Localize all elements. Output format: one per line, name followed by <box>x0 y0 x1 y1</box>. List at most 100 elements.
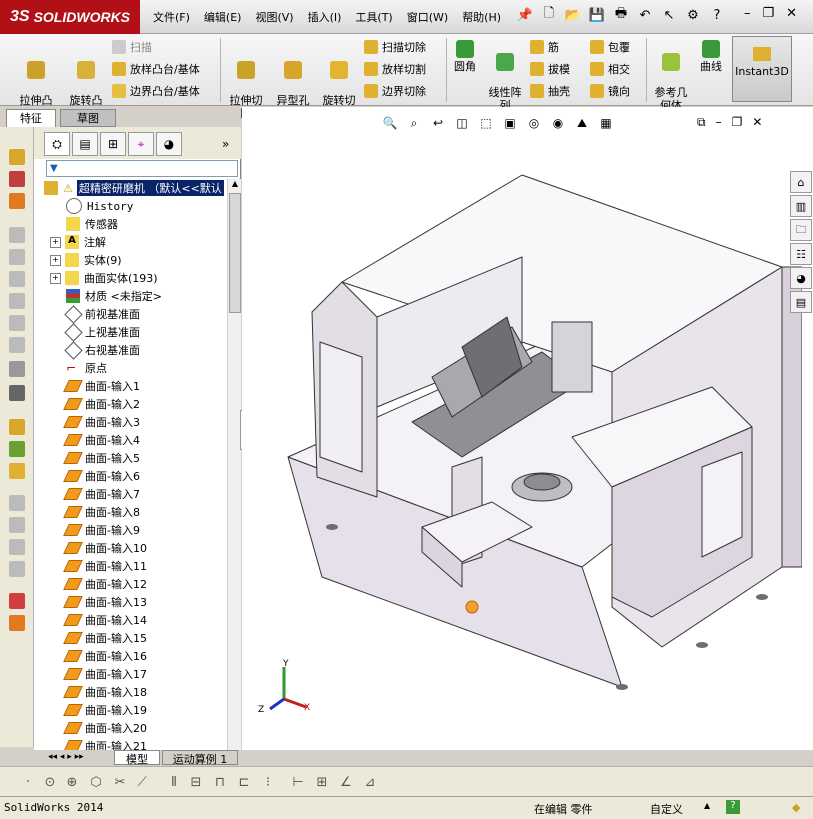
menu-help[interactable]: 帮助(H) <box>455 8 508 26</box>
combine-tool-icon[interactable] <box>9 593 25 609</box>
expand-icon[interactable]: + <box>50 272 61 284</box>
shell-button[interactable]: 抽壳 <box>530 82 570 100</box>
circle-icon[interactable]: ⊙ <box>42 774 58 790</box>
machine-model[interactable] <box>282 167 802 697</box>
tree-item-solid-bodies[interactable]: + 实体(9) <box>50 251 122 269</box>
draft-button[interactable]: 拔模 <box>530 60 570 78</box>
display-manager-tab-icon[interactable]: ◕ <box>156 132 182 156</box>
tree-item-surface-input[interactable]: 曲面-输入10 <box>63 539 147 557</box>
view-palette-icon[interactable]: ☷ <box>790 243 812 265</box>
mirror-tool-icon[interactable] <box>9 463 25 479</box>
previous-view-icon[interactable]: ↩ <box>430 115 446 131</box>
units-dropdown-icon[interactable]: ▲ <box>704 801 710 810</box>
extrude-tool-icon[interactable] <box>9 149 25 165</box>
tree-item-surface-input[interactable]: 曲面-输入3 <box>63 413 140 431</box>
edit-appearance-icon[interactable]: ◉ <box>550 115 566 131</box>
expand-icon[interactable]: + <box>50 254 61 266</box>
tree-item-annotations[interactable]: + A 注解 <box>50 233 106 251</box>
rib-tool-icon[interactable] <box>9 315 25 331</box>
tree-item-surface-input[interactable]: 曲面-输入20 <box>63 719 147 737</box>
instant3d-button[interactable]: Instant3D <box>732 36 792 102</box>
tree-item-surface-input[interactable]: 曲面-输入2 <box>63 395 140 413</box>
rib-button[interactable]: 筋 <box>530 38 559 56</box>
tree-item-right-plane[interactable]: 右视基准面 <box>63 340 140 360</box>
solidworks-logo[interactable]: 3S SOLIDWORKS <box>0 0 140 34</box>
offset-entities-icon[interactable]: ⊟ <box>188 774 204 790</box>
tree-filter-input[interactable]: ▼ <box>46 160 238 177</box>
tab-scroll-icons[interactable]: ◂◂ ◂ ▸ ▸▸ <box>48 752 84 762</box>
tree-item-surface-bodies[interactable]: + 曲面实体(193) <box>50 269 158 287</box>
chamfer-tool-icon[interactable] <box>9 293 25 309</box>
tree-item-surface-input[interactable]: 曲面-输入9 <box>63 521 140 539</box>
display-style-icon[interactable]: ▣ <box>502 115 518 131</box>
zoom-to-fit-icon[interactable]: 🔍 <box>382 115 398 131</box>
tree-item-surface-input[interactable]: 曲面-输入11 <box>63 557 147 575</box>
configuration-manager-tab-icon[interactable]: ⊞ <box>100 132 126 156</box>
viewport-minimize-icon[interactable]: – <box>716 115 722 130</box>
move-entities-icon[interactable]: ⊏ <box>236 774 252 790</box>
new-document-icon[interactable]: 🗋 <box>540 6 558 24</box>
shell-tool-icon[interactable] <box>9 337 25 353</box>
scrollbar-thumb[interactable] <box>229 193 241 313</box>
revolve-tool-icon[interactable] <box>9 193 25 209</box>
view-orientation-icon[interactable]: ⬚ <box>478 115 494 131</box>
tree-item-surface-input[interactable]: 曲面-输入8 <box>63 503 140 521</box>
pin-icon[interactable]: 📌 <box>516 6 534 24</box>
menu-edit[interactable]: 编辑(E) <box>197 8 249 26</box>
cut-tool-icon[interactable] <box>9 171 25 187</box>
menu-view[interactable]: 视图(V) <box>248 8 300 26</box>
expand-icon[interactable]: + <box>50 236 61 248</box>
solidworks-resources-icon[interactable]: ⌂ <box>790 171 812 193</box>
help-question-icon[interactable]: ? <box>726 800 740 814</box>
tree-item-surface-input[interactable]: 曲面-输入12 <box>63 575 147 593</box>
tab-sketch[interactable]: 草图 <box>60 109 116 127</box>
open-icon[interactable]: 📂 <box>564 6 582 24</box>
tree-item-history[interactable]: History <box>66 197 133 215</box>
tree-item-front-plane[interactable]: 前视基准面 <box>63 304 140 324</box>
viewport-tile-icon[interactable]: ⧉ <box>697 115 706 130</box>
sweep-tool-icon[interactable] <box>9 227 25 243</box>
menu-tools[interactable]: 工具(T) <box>348 8 399 26</box>
zoom-to-area-icon[interactable]: ⌕ <box>406 115 422 131</box>
display-relations-icon[interactable]: ⁝ <box>260 774 276 790</box>
trim-icon[interactable]: ✂ <box>112 774 128 790</box>
linear-pattern-button[interactable]: 线性阵 列 <box>484 40 526 112</box>
section-view-icon[interactable]: ◫ <box>454 115 470 131</box>
tree-item-origin[interactable]: ⌐ 原点 <box>66 359 107 377</box>
tree-item-surface-input[interactable]: 曲面-输入6 <box>63 467 140 485</box>
options-icon[interactable]: ⚙ <box>684 6 702 24</box>
expand-tabs-icon[interactable]: » <box>222 137 229 151</box>
intersect-button[interactable]: 相交 <box>590 60 630 78</box>
surface-tool-icon[interactable] <box>9 419 25 435</box>
move-face-tool-icon[interactable] <box>9 495 25 511</box>
boundary-boss-button[interactable]: 边界凸台/基体 <box>112 82 200 100</box>
tree-item-surface-input[interactable]: 曲面-输入21 <box>63 737 147 750</box>
loft-boss-button[interactable]: 放样凸台/基体 <box>112 60 200 78</box>
fillet-button[interactable]: 圆角 <box>450 40 480 73</box>
tree-item-surface-input[interactable]: 曲面-输入7 <box>63 485 140 503</box>
wrap-button[interactable]: 包覆 <box>590 38 630 56</box>
units-selector[interactable]: 自定义 <box>650 801 683 817</box>
tree-item-surface-input[interactable]: 曲面-输入5 <box>63 449 140 467</box>
tree-item-surface-input[interactable]: 曲面-输入18 <box>63 683 147 701</box>
grid-icon[interactable]: ⊞ <box>314 774 330 790</box>
view-settings-icon[interactable]: ▦ <box>598 115 614 131</box>
hide-show-icon[interactable]: ◎ <box>526 115 542 131</box>
select-icon[interactable]: ↖ <box>660 6 678 24</box>
loft-tool-icon[interactable] <box>9 249 25 265</box>
fillet-tool-icon[interactable] <box>9 271 25 287</box>
tab-features[interactable]: 特征 <box>6 109 56 127</box>
tree-item-sensors[interactable]: 传感器 <box>66 215 118 233</box>
rebuild-icon[interactable]: ◆ <box>792 801 800 814</box>
mirror-button[interactable]: 镜向 <box>590 82 630 100</box>
delete-face-tool-icon[interactable] <box>9 561 25 577</box>
file-explorer-icon[interactable]: 🗀 <box>790 219 812 241</box>
sweep-button[interactable]: 扫描 <box>112 38 152 56</box>
linear-sketch-pattern-icon[interactable]: ⊓ <box>212 774 228 790</box>
help-icon[interactable]: ? <box>708 6 726 24</box>
restore-icon[interactable]: ❐ <box>763 6 775 21</box>
tree-item-surface-input[interactable]: 曲面-输入16 <box>63 647 147 665</box>
swept-cut-button[interactable]: 扫描切除 <box>364 38 426 56</box>
arc-icon[interactable]: ⊕ <box>64 774 80 790</box>
tree-item-surface-input[interactable]: 曲面-输入19 <box>63 701 147 719</box>
